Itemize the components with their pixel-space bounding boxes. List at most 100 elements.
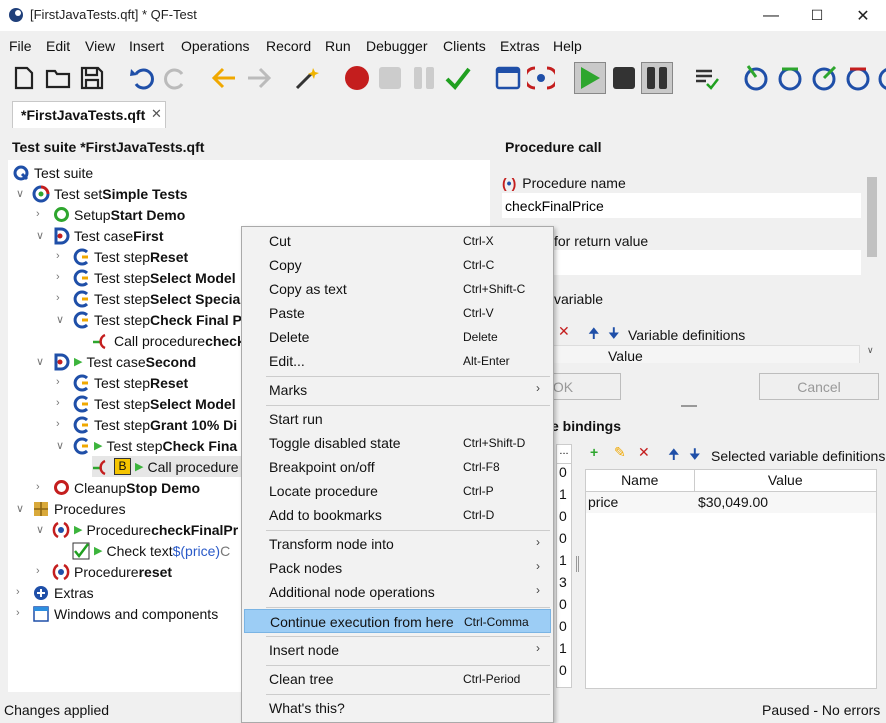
tree-node-test-step[interactable]: Test step Check Final P xyxy=(72,309,242,330)
delete-row-icon[interactable]: ✕ xyxy=(638,444,650,461)
skip-out-icon[interactable] xyxy=(876,62,886,94)
move-down-icon[interactable]: 🠋 xyxy=(689,444,701,468)
tree-node-test-step[interactable]: Test step Reset xyxy=(72,372,188,393)
edit-row-icon[interactable]: ✎ xyxy=(614,444,626,461)
expand-arrow-icon[interactable]: › xyxy=(56,376,60,388)
split-handle[interactable] xyxy=(681,405,697,407)
collapse-arrow-icon[interactable]: ∨ xyxy=(36,229,44,242)
detail-scrollbar[interactable]: ∨ xyxy=(866,173,878,363)
menu-item-pack-nodes[interactable]: Pack nodes › xyxy=(244,556,551,580)
menu-operations[interactable]: Operations xyxy=(181,38,249,54)
tree-node-test-step[interactable]: Test step Reset xyxy=(72,246,188,267)
menu-help[interactable]: Help xyxy=(553,38,582,54)
menu-item-insert-node[interactable]: Insert node › xyxy=(244,638,551,662)
expand-arrow-icon[interactable]: › xyxy=(36,208,40,220)
tree-node-test-step[interactable]: Test step Select Model xyxy=(72,267,236,288)
menu-item-transform-node[interactable]: Transform node into › xyxy=(244,532,551,556)
maximize-button[interactable]: ☐ xyxy=(794,0,840,31)
tree-node-setup[interactable]: Setup Start Demo xyxy=(52,204,185,225)
save-icon[interactable] xyxy=(76,62,108,94)
expand-arrow-icon[interactable]: › xyxy=(16,586,20,598)
tree-node-windows-components[interactable]: Windows and components xyxy=(32,603,218,624)
menu-item-edit[interactable]: Edit... Alt-Enter xyxy=(244,349,551,373)
collapse-arrow-icon[interactable]: ∨ xyxy=(36,355,44,368)
run-log-icon[interactable] xyxy=(691,62,723,94)
expand-arrow-icon[interactable]: › xyxy=(56,271,60,283)
pause-run-icon[interactable] xyxy=(641,62,673,94)
tree-node-test-set[interactable]: Test set Simple Tests xyxy=(32,183,188,204)
undo-icon[interactable] xyxy=(126,62,158,94)
step-over-icon[interactable] xyxy=(774,62,806,94)
add-row-icon[interactable]: + xyxy=(590,444,598,460)
minimize-button[interactable]: — xyxy=(748,0,794,31)
menu-item-additional-operations[interactable]: Additional node operations › xyxy=(244,580,551,604)
menu-item-add-bookmark[interactable]: Add to bookmarks Ctrl-D xyxy=(244,503,551,527)
delete-row-icon[interactable]: ✕ xyxy=(558,323,570,340)
skip-over-icon[interactable] xyxy=(842,62,874,94)
magic-wand-icon[interactable] xyxy=(291,62,323,94)
expand-arrow-icon[interactable]: › xyxy=(56,397,60,409)
name-column-header[interactable]: Name xyxy=(586,470,695,491)
table-row[interactable]: price $30,049.00 xyxy=(586,491,876,513)
tab-first-java-tests[interactable]: *FirstJavaTests.qft ✕ xyxy=(12,101,166,128)
tree-node-call-procedure[interactable]: Call procedure check xyxy=(92,330,245,351)
expand-arrow-icon[interactable]: › xyxy=(36,481,40,493)
menu-item-copy[interactable]: Copy Ctrl-C xyxy=(244,253,551,277)
collapse-arrow-icon[interactable]: ∨ xyxy=(16,187,24,200)
expand-arrow-icon[interactable]: › xyxy=(16,607,20,619)
variable-bindings-table[interactable]: Name Value price $30,049.00 xyxy=(585,469,877,689)
procedure-call-icon[interactable] xyxy=(525,62,557,94)
close-button[interactable]: ✕ xyxy=(840,0,886,31)
name-cell[interactable]: price xyxy=(586,491,694,513)
expand-arrow-icon[interactable]: › xyxy=(56,418,60,430)
collapse-arrow-icon[interactable]: ∨ xyxy=(16,502,24,515)
menu-insert[interactable]: Insert xyxy=(129,38,164,54)
expand-arrow-icon[interactable]: › xyxy=(36,565,40,577)
tree-node-test-case-first[interactable]: Test case First xyxy=(52,225,163,246)
tree-node-extras[interactable]: Extras xyxy=(32,582,94,603)
forward-arrow-icon[interactable] xyxy=(243,62,275,94)
menu-item-clean-tree[interactable]: Clean tree Ctrl-Period xyxy=(244,667,551,691)
menu-item-breakpoint[interactable]: Breakpoint on/off Ctrl-F8 xyxy=(244,455,551,479)
tree-node-test-step[interactable]: Test step Select Special xyxy=(72,288,244,309)
tab-close-icon[interactable]: ✕ xyxy=(151,106,162,122)
move-up-icon[interactable]: 🠉 xyxy=(588,323,600,347)
tree-node-test-suite[interactable]: Test suite xyxy=(12,162,93,183)
stop-run-icon[interactable] xyxy=(608,62,640,94)
tree-node-procedures[interactable]: Procedures xyxy=(32,498,126,519)
tree-node-cleanup[interactable]: Cleanup Stop Demo xyxy=(52,477,200,498)
check-icon[interactable] xyxy=(442,62,474,94)
menu-debugger[interactable]: Debugger xyxy=(366,38,428,54)
menu-run[interactable]: Run xyxy=(325,38,351,54)
collapse-arrow-icon[interactable]: ∨ xyxy=(36,523,44,536)
menu-item-toggle-disabled[interactable]: Toggle disabled state Ctrl+Shift-D xyxy=(244,431,551,455)
tree-node-test-step[interactable]: ▶ Test step Check Fina xyxy=(72,435,237,456)
tree-node-test-step[interactable]: Test step Grant 10% Di xyxy=(72,414,237,435)
continue-run-icon[interactable] xyxy=(574,62,606,94)
move-down-icon[interactable]: 🠋 xyxy=(608,323,620,347)
cancel-button[interactable]: Cancel xyxy=(759,373,879,400)
collapse-arrow-icon[interactable]: ∨ xyxy=(56,313,64,326)
tree-node-check-text[interactable]: ▶ Check text $(price) C xyxy=(72,540,230,561)
tree-node-call-procedure-current[interactable]: B ▶ Call procedure xyxy=(92,456,252,477)
expand-arrow-icon[interactable]: › xyxy=(56,292,60,304)
expand-arrow-icon[interactable]: › xyxy=(56,250,60,262)
menu-item-delete[interactable]: Delete Delete xyxy=(244,325,551,349)
menu-item-whats-this[interactable]: What's this? xyxy=(244,696,551,720)
menu-record[interactable]: Record xyxy=(266,38,311,54)
procedure-name-field[interactable] xyxy=(502,193,861,218)
tree-node-test-step[interactable]: Test step Select Model xyxy=(72,393,236,414)
stop-recording-icon[interactable] xyxy=(374,62,406,94)
value-cell[interactable]: $30,049.00 xyxy=(694,491,876,513)
open-folder-icon[interactable] xyxy=(42,62,74,94)
new-file-icon[interactable] xyxy=(8,62,40,94)
back-arrow-icon[interactable] xyxy=(208,62,240,94)
tree-node-test-case-second[interactable]: ▶ Test case Second xyxy=(52,351,196,372)
record-icon[interactable] xyxy=(341,62,373,94)
column-split-handle[interactable] xyxy=(576,556,579,572)
step-in-icon[interactable] xyxy=(740,62,772,94)
tree-node-procedure-reset[interactable]: Procedure reset xyxy=(52,561,172,582)
menu-view[interactable]: View xyxy=(85,38,115,54)
menu-item-start-run[interactable]: Start run xyxy=(244,407,551,431)
menu-item-paste[interactable]: Paste Ctrl-V xyxy=(244,301,551,325)
